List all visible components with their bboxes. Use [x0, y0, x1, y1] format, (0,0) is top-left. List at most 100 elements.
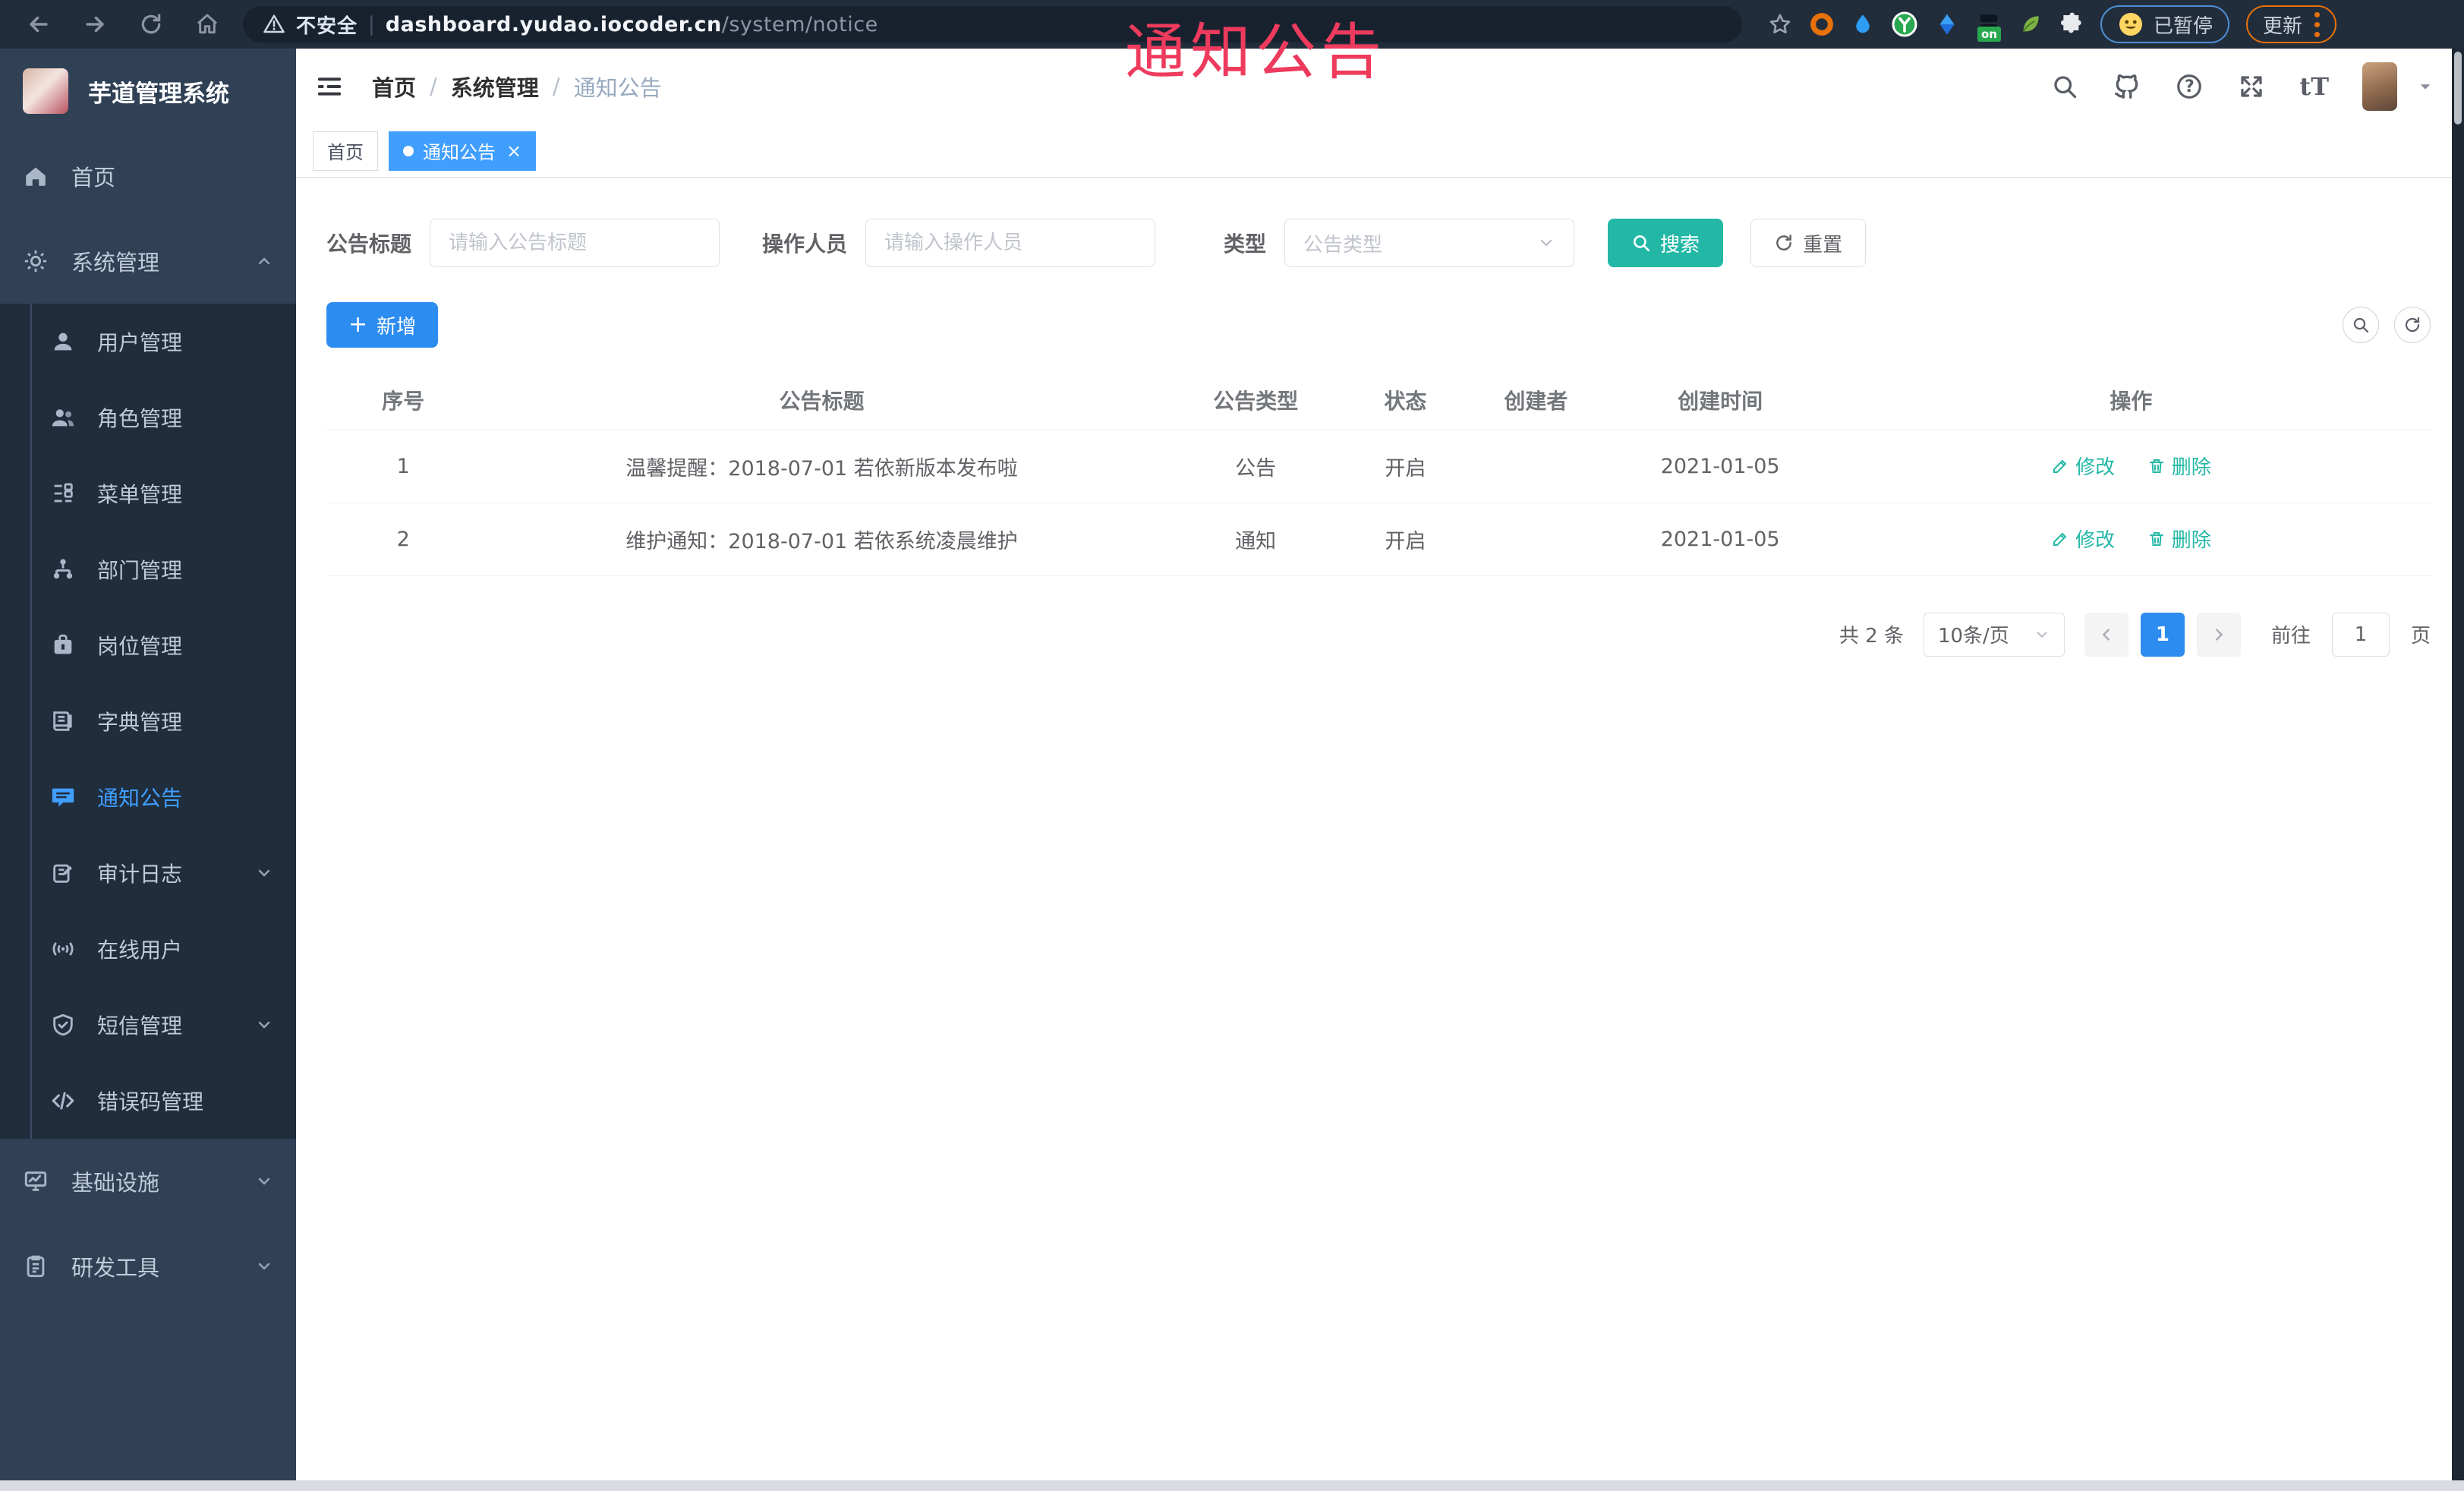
tab-notice[interactable]: 通知公告 × [389, 131, 537, 171]
delete-link[interactable]: 删除 [2147, 452, 2211, 480]
reset-button[interactable]: 重置 [1750, 219, 1867, 267]
search-button-label: 搜索 [1660, 233, 1700, 257]
user-avatar[interactable] [2362, 62, 2397, 111]
tool-icon [23, 1253, 49, 1279]
megaphone-icon [50, 784, 76, 810]
pagination: 共 2 条 10条/页 1 前往 页 [326, 612, 2431, 657]
url-text: dashboard.yudao.iocoder.cn/system/notice [385, 12, 878, 36]
github-icon[interactable] [2113, 72, 2141, 101]
browser-forward-icon[interactable] [70, 5, 120, 44]
sidebar-menu: 首页 系统管理 用户管理 角色管理 菜单管理 部门管理 岗位管理 字典管理 通知… [0, 134, 296, 1480]
close-icon[interactable]: × [506, 140, 521, 162]
page-scrollbar[interactable] [2452, 49, 2464, 1480]
sidebar-item-users[interactable]: 用户管理 [0, 304, 296, 380]
sidebar-item-menus[interactable]: 菜单管理 [0, 455, 296, 531]
col-status: 状态 [1347, 370, 1464, 430]
extension-leaf-icon[interactable] [2018, 12, 2043, 36]
select-placeholder: 公告类型 [1303, 233, 1383, 257]
extension-y-icon[interactable] [1891, 11, 1918, 38]
table-header-row: 序号 公告标题 公告类型 状态 创建者 创建时间 操作 [326, 370, 2431, 430]
goto-page-input[interactable] [2331, 612, 2390, 657]
breadcrumb-separator: / [552, 74, 560, 99]
browser-back-icon[interactable] [14, 5, 64, 44]
cell-actions: 修改 删除 [1831, 503, 2431, 576]
sidebar-item-online-users[interactable]: 在线用户 [0, 911, 296, 987]
scrollbar-thumb[interactable] [2454, 52, 2462, 125]
home-icon [23, 163, 49, 189]
edit-icon [2053, 532, 2067, 546]
operator-filter-input[interactable] [865, 219, 1156, 267]
breadcrumb-home[interactable]: 首页 [372, 71, 416, 102]
page-number-current[interactable]: 1 [2140, 612, 2185, 657]
page-size-select[interactable]: 10条/页 [1923, 612, 2065, 657]
address-bar[interactable]: 不安全 | dashboard.yudao.iocoder.cn/system/… [243, 6, 1742, 43]
tab-label: 首页 [327, 142, 364, 163]
cell-created: 2021-01-05 [1609, 503, 1832, 576]
show-search-button[interactable] [2343, 307, 2379, 343]
sidebar-item-departments[interactable]: 部门管理 [0, 531, 296, 607]
extension-donut-icon[interactable] [1809, 11, 1835, 37]
browser-update-pill[interactable]: 更新 [2246, 5, 2337, 43]
extension-diamond-icon[interactable] [1935, 12, 1959, 36]
browser-menu-icon[interactable] [2314, 11, 2321, 37]
font-size-icon[interactable]: tT [2299, 72, 2329, 101]
sidebar-item-dict[interactable]: 字典管理 [0, 683, 296, 759]
bookmark-star-icon[interactable] [1768, 12, 1792, 36]
tags-view-bar: 首页 通知公告 × [296, 125, 2464, 178]
title-filter-label: 公告标题 [326, 232, 412, 257]
sidebar-item-infrastructure[interactable]: 基础设施 [0, 1139, 296, 1224]
sidebar-item-posts[interactable]: 岗位管理 [0, 607, 296, 683]
sidebar-item-notice[interactable]: 通知公告 [0, 759, 296, 835]
prev-page-button[interactable] [2084, 612, 2128, 657]
extensions-puzzle-icon[interactable] [2059, 12, 2084, 36]
profile-paused-pill[interactable]: 已暂停 [2100, 5, 2230, 43]
sidebar-item-system[interactable]: 系统管理 [0, 219, 296, 304]
col-title: 公告标题 [480, 370, 1164, 430]
page-unit-label: 页 [2410, 625, 2431, 648]
sidebar-item-dev-tools[interactable]: 研发工具 [0, 1224, 296, 1309]
security-warning-icon[interactable] [263, 13, 285, 36]
breadcrumb-section[interactable]: 系统管理 [451, 71, 539, 102]
cell-index: 1 [326, 430, 481, 503]
help-icon[interactable]: ? [2175, 72, 2204, 101]
app-logo[interactable]: 芋道管理系统 [0, 49, 296, 134]
cell-status: 开启 [1347, 503, 1464, 576]
sidebar-item-roles[interactable]: 角色管理 [0, 380, 296, 455]
fullscreen-icon[interactable] [2237, 72, 2266, 101]
cell-type: 公告 [1163, 430, 1348, 503]
search-icon[interactable] [2050, 72, 2079, 101]
sidebar-toggle-icon[interactable] [313, 70, 346, 103]
browser-reload-icon[interactable] [126, 5, 176, 44]
delete-link[interactable]: 删除 [2147, 525, 2211, 553]
col-actions: 操作 [1831, 370, 2431, 430]
sidebar-item-sms[interactable]: 短信管理 [0, 987, 296, 1063]
sidebar-item-error-codes[interactable]: 错误码管理 [0, 1063, 296, 1139]
org-tree-icon [50, 556, 76, 582]
goto-label: 前往 [2270, 625, 2311, 648]
sidebar-item-audit-log[interactable]: 审计日志 [0, 835, 296, 911]
type-filter-label: 类型 [1224, 232, 1267, 257]
edit-link[interactable]: 修改 [2051, 525, 2115, 553]
type-filter-select[interactable]: 公告类型 [1284, 219, 1575, 267]
tab-home[interactable]: 首页 [313, 131, 378, 171]
search-button[interactable]: 搜索 [1608, 219, 1724, 267]
page-content: 公告标题 操作人员 类型 公告类型 搜索 重置 [296, 178, 2464, 1480]
next-page-button[interactable] [2196, 612, 2241, 657]
refresh-button[interactable] [2394, 307, 2431, 343]
chevron-down-icon [1537, 234, 1555, 252]
browser-home-icon[interactable] [182, 5, 232, 44]
extension-drop-icon[interactable] [1851, 11, 1874, 37]
title-filter-input[interactable] [430, 219, 720, 267]
chevron-right-icon [2216, 628, 2223, 641]
cell-index: 2 [326, 503, 481, 576]
tab-label: 通知公告 [423, 142, 496, 163]
refresh-icon [1776, 235, 1791, 251]
sidebar-item-home[interactable]: 首页 [0, 134, 296, 219]
book-icon [50, 708, 76, 734]
caret-down-icon[interactable] [2417, 78, 2434, 95]
edit-link[interactable]: 修改 [2051, 452, 2115, 480]
monitor-icon [23, 1168, 49, 1194]
add-button[interactable]: + 新增 [326, 302, 439, 348]
breadcrumb-current: 通知公告 [573, 75, 662, 101]
extension-on-badge-icon[interactable]: on [1976, 11, 2002, 42]
